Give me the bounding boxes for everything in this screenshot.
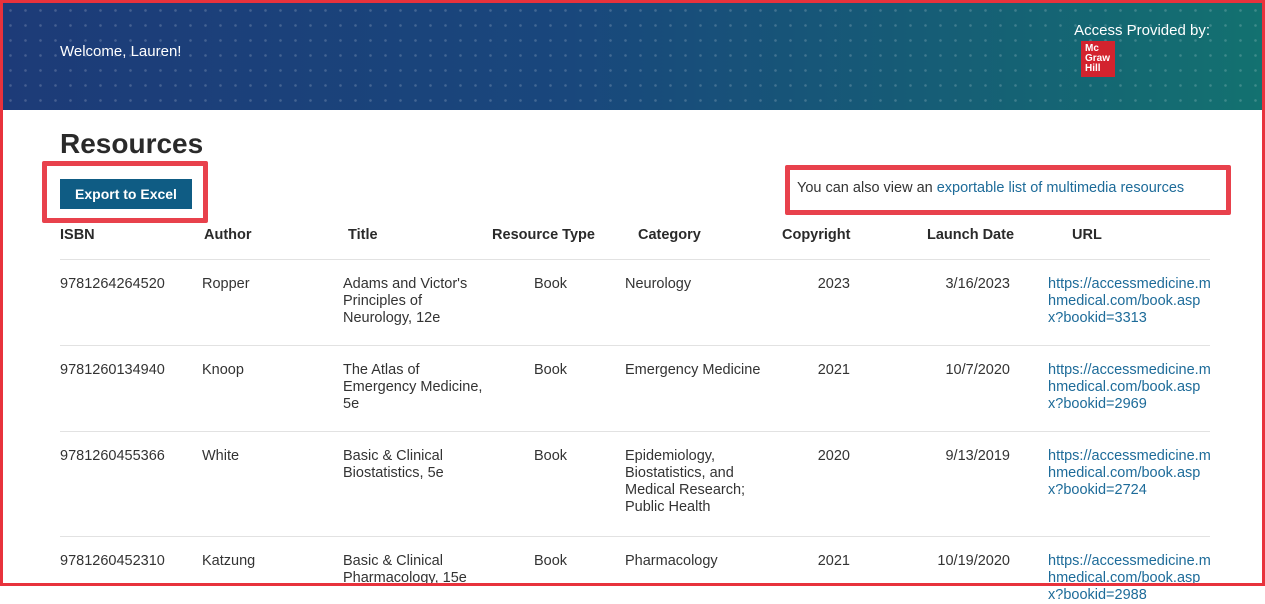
row-divider bbox=[60, 536, 1210, 537]
table-row: 9781264264520 Ropper Adams and Victor's … bbox=[0, 259, 1265, 345]
cell-launch-date: 3/16/2023 bbox=[945, 276, 1010, 292]
table-row: 9781260134940 Knoop The Atlas of Emergen… bbox=[0, 345, 1265, 431]
cell-resource-type: Book bbox=[533, 362, 568, 378]
header-category[interactable]: Category bbox=[638, 227, 788, 244]
page-title: Resources bbox=[60, 128, 204, 159]
cell-copyright: 2020 bbox=[817, 448, 850, 464]
cell-category: Pharmacology bbox=[625, 553, 718, 569]
header-pattern bbox=[3, 3, 1262, 110]
cell-isbn: 9781260134940 bbox=[60, 362, 165, 378]
row-divider bbox=[60, 259, 1210, 260]
multimedia-resources-link[interactable]: exportable list of multimedia resources bbox=[937, 180, 1184, 196]
cell-copyright: 2021 bbox=[817, 362, 850, 378]
cell-isbn: 9781260455366 bbox=[60, 448, 165, 464]
cell-launch-date: 9/13/2019 bbox=[945, 448, 1010, 464]
header-copyright[interactable]: Copyright bbox=[782, 227, 850, 244]
cell-title: Basic & Clinical Pharmacology, 15e bbox=[343, 553, 467, 586]
header-launch-date[interactable]: Launch Date bbox=[927, 227, 1014, 244]
site-header: Welcome, Lauren! Access Provided by: Mc … bbox=[3, 3, 1262, 110]
cell-author: White bbox=[202, 448, 240, 464]
cell-author: Katzung bbox=[202, 553, 256, 569]
table-row: 9781260455366 White Basic & Clinical Bio… bbox=[0, 431, 1265, 536]
cell-author: Knoop bbox=[202, 362, 244, 378]
cell-copyright: 2021 bbox=[817, 553, 850, 569]
cell-title: Basic & Clinical Biostatistics, 5e bbox=[343, 448, 444, 481]
access-provided-label: Access Provided by: bbox=[1074, 22, 1210, 39]
row-divider bbox=[60, 345, 1210, 346]
mcgraw-hill-logo: Mc Graw Hill bbox=[1081, 41, 1115, 77]
cell-launch-date: 10/7/2020 bbox=[945, 362, 1010, 378]
cell-resource-type: Book bbox=[533, 448, 568, 464]
cell-title: The Atlas of Emergency Medicine, 5e bbox=[343, 362, 483, 412]
table-row: 9781260452310 Katzung Basic & Clinical P… bbox=[0, 536, 1265, 603]
header-isbn[interactable]: ISBN bbox=[60, 227, 95, 244]
header-author[interactable]: Author bbox=[204, 227, 252, 244]
cell-copyright: 2023 bbox=[817, 276, 850, 292]
cell-category: Epidemiology, Biostatistics, and Medical… bbox=[625, 448, 746, 515]
welcome-message: Welcome, Lauren! bbox=[60, 43, 182, 60]
multimedia-notice: You can also view an exportable list of … bbox=[797, 180, 1184, 196]
cell-url-link[interactable]: https://accessmedicine.mhmedical.com/boo… bbox=[1048, 553, 1213, 604]
row-divider bbox=[60, 431, 1210, 432]
table-header: ISBN Author Title Resource Type Category… bbox=[0, 227, 1265, 257]
cell-isbn: 9781260452310 bbox=[60, 553, 165, 569]
cell-title: Adams and Victor's Principles of Neurolo… bbox=[343, 276, 468, 326]
cell-url-link[interactable]: https://accessmedicine.mhmedical.com/boo… bbox=[1048, 362, 1213, 413]
cell-url-link[interactable]: https://accessmedicine.mhmedical.com/boo… bbox=[1048, 276, 1213, 327]
cell-author: Ropper bbox=[202, 276, 250, 292]
cell-resource-type: Book bbox=[533, 553, 568, 569]
header-url[interactable]: URL bbox=[1072, 227, 1237, 244]
cell-isbn: 9781264264520 bbox=[60, 276, 165, 292]
multimedia-notice-text: You can also view an bbox=[797, 180, 937, 196]
cell-resource-type: Book bbox=[533, 276, 568, 292]
cell-url-link[interactable]: https://accessmedicine.mhmedical.com/boo… bbox=[1048, 448, 1213, 499]
cell-launch-date: 10/19/2020 bbox=[937, 553, 1010, 569]
cell-category: Neurology bbox=[625, 276, 692, 292]
export-to-excel-button[interactable]: Export to Excel bbox=[60, 179, 192, 209]
cell-category: Emergency Medicine bbox=[625, 362, 761, 378]
header-title[interactable]: Title bbox=[348, 227, 488, 244]
header-resource-type[interactable]: Resource Type bbox=[486, 227, 601, 244]
